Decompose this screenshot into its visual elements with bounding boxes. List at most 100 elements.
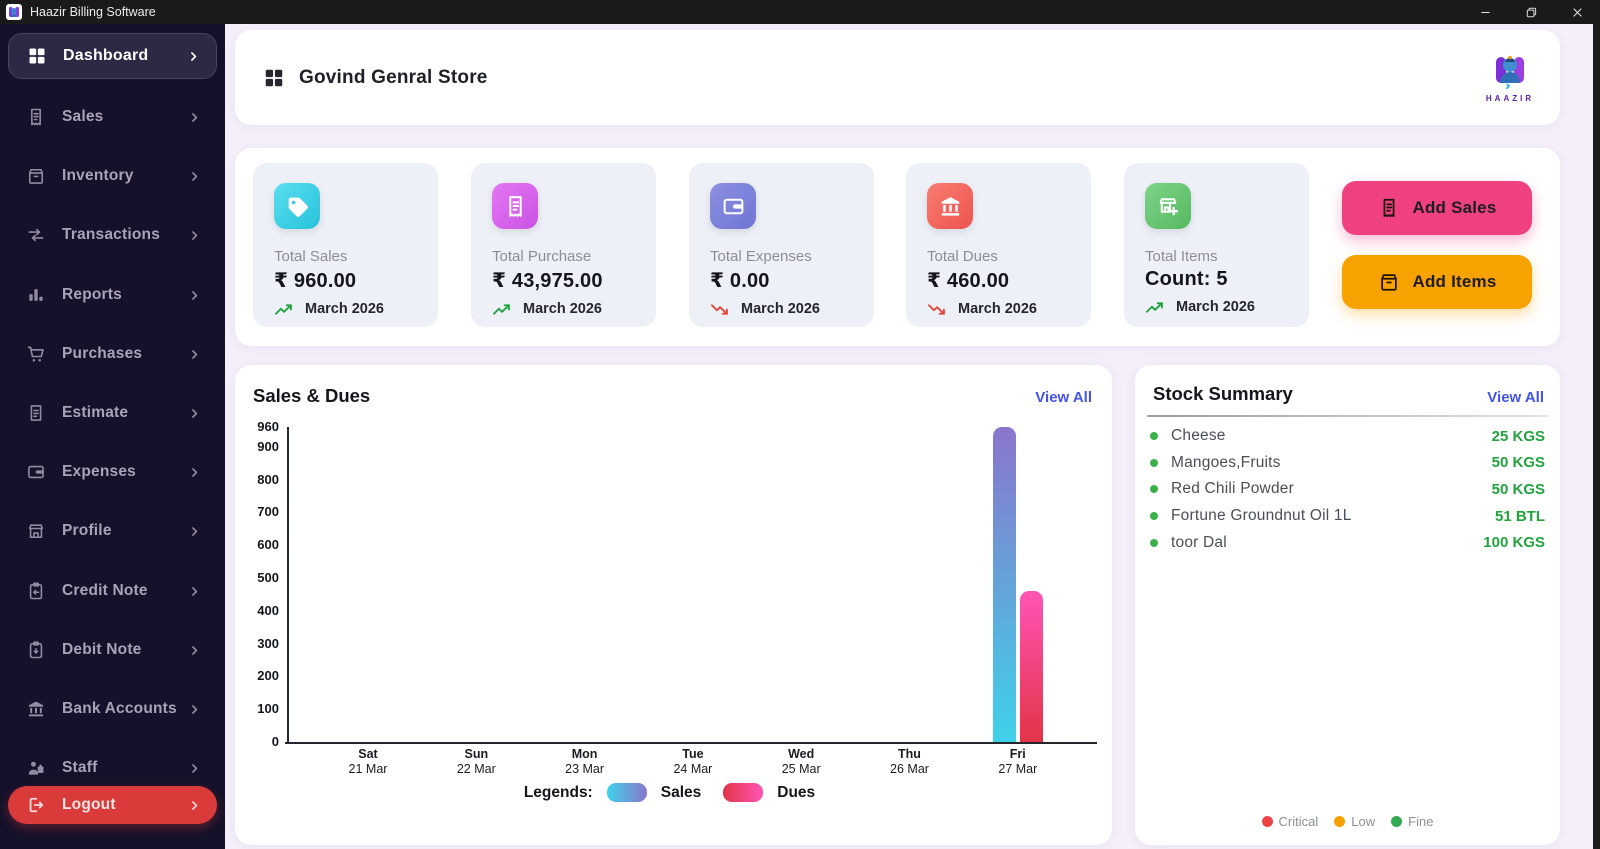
- bank-icon: [927, 183, 973, 229]
- close-button[interactable]: [1554, 0, 1600, 24]
- sidebar-item-label: Staff: [62, 759, 97, 777]
- stock-legend-critical: Critical: [1262, 814, 1319, 829]
- stock-item-qty: 100 KGS: [1483, 534, 1545, 551]
- sidebar-item-label: Sales: [62, 108, 104, 126]
- sidebar-item-staff[interactable]: Staff: [8, 748, 217, 788]
- sidebar-item-label: Transactions: [62, 226, 160, 244]
- haazir-logo: HAAZIR: [1484, 53, 1536, 103]
- stock-row: Fortune Groundnut Oil 1L 51 BTL: [1150, 503, 1545, 530]
- wallet-icon: [26, 462, 46, 482]
- clipboard-arrow-left-icon: [26, 581, 46, 601]
- app-window: Haazir Billing Software DashboardSalesIn…: [0, 0, 1600, 849]
- stock-legend-label: Low: [1351, 814, 1375, 829]
- sidebar-item-label: Expenses: [62, 463, 136, 481]
- close-icon: [1572, 7, 1583, 18]
- sidebar-item-label: Dashboard: [63, 47, 148, 65]
- add-sales-button[interactable]: Add Sales: [1342, 181, 1532, 235]
- minimize-button[interactable]: [1462, 0, 1508, 24]
- sidebar-item-profile[interactable]: Profile: [8, 511, 217, 551]
- chevron-right-icon: [188, 799, 201, 812]
- stock-legend-low: Low: [1334, 814, 1375, 829]
- stat-card-total-purchase: Total Purchase₹ 43,975.00March 2026: [471, 163, 656, 327]
- stock-row: Mangoes,Fruits50 KGS: [1150, 450, 1545, 477]
- low-dot-icon: [1334, 816, 1345, 827]
- chart-legend: Legends: SalesDues: [235, 783, 1112, 802]
- sidebar-item-debit-note[interactable]: Debit Note: [8, 630, 217, 670]
- sidebar-item-purchases[interactable]: Purchases: [8, 334, 217, 374]
- stock-item-name: Fortune Groundnut Oil 1L: [1171, 507, 1352, 525]
- y-tick-label: 300: [237, 636, 279, 651]
- stock-view-all-link[interactable]: View All: [1487, 389, 1544, 406]
- x-tick-label: Fri27 Mar: [973, 747, 1063, 777]
- stock-status-dot: [1150, 432, 1158, 440]
- cart-icon: [26, 344, 46, 364]
- sidebar-item-reports[interactable]: Reports: [8, 275, 217, 315]
- stock-legend-fine: Fine: [1391, 814, 1433, 829]
- logout-button[interactable]: Logout: [8, 786, 217, 824]
- sidebar-item-estimate[interactable]: Estimate: [8, 393, 217, 433]
- stat-card-period: March 2026: [305, 301, 384, 317]
- staff-icon: [26, 758, 46, 778]
- sidebar-item-inventory[interactable]: Inventory: [8, 156, 217, 196]
- legend-swatch-dues: [723, 783, 763, 802]
- restore-button[interactable]: [1508, 0, 1554, 24]
- x-tick-label: Thu26 Mar: [865, 747, 955, 777]
- logout-icon: [26, 795, 46, 815]
- chevron-right-icon: [188, 466, 201, 479]
- trend-down-icon: [927, 302, 947, 317]
- genie-logo-icon: [1484, 53, 1536, 93]
- clipboard-arrow-down-icon: [26, 640, 46, 660]
- stats-panel: Total Sales₹ 960.00March 2026Total Purch…: [235, 148, 1560, 346]
- y-tick-label: 400: [237, 603, 279, 618]
- sidebar: Dashboard Sales Inventory Transactions Repor…: [0, 24, 225, 849]
- stat-card-label: Total Sales: [274, 248, 438, 265]
- stock-item-qty: 50 KGS: [1492, 481, 1545, 498]
- critical-dot-icon: [1262, 816, 1273, 827]
- legend-swatch-sales: [607, 783, 647, 802]
- chevron-right-icon: [188, 170, 201, 183]
- stat-card-value: ₹ 960.00: [274, 268, 438, 293]
- stock-row: Red Chili Powder50 KGS: [1150, 476, 1545, 503]
- stat-card-label: Total Dues: [927, 248, 1091, 265]
- sidebar-item-dashboard[interactable]: Dashboard: [8, 33, 217, 79]
- chart-title: Sales & Dues: [253, 385, 370, 407]
- sidebar-item-sales[interactable]: Sales: [8, 97, 217, 137]
- bar-chart-icon: [26, 285, 46, 305]
- sidebar-item-transactions[interactable]: Transactions: [8, 215, 217, 255]
- sidebar-item-label: Reports: [62, 286, 122, 304]
- x-tick-label: Mon23 Mar: [540, 747, 630, 777]
- chevron-right-icon: [188, 407, 201, 420]
- chart-view-all-link[interactable]: View All: [1035, 389, 1092, 406]
- sidebar-item-expenses[interactable]: Expenses: [8, 452, 217, 492]
- stock-legend-label: Critical: [1279, 814, 1319, 829]
- stock-status-dot: [1150, 459, 1158, 467]
- sidebar-item-credit-note[interactable]: Credit Note: [8, 571, 217, 611]
- chevron-right-icon: [188, 762, 201, 775]
- scrollbar[interactable]: [1593, 24, 1600, 849]
- action-button-label: Add Items: [1413, 272, 1497, 292]
- legend-label-sales: Sales: [661, 784, 702, 802]
- sidebar-item-label: Estimate: [62, 404, 128, 422]
- stock-row: toor Dal100 KGS: [1150, 529, 1545, 556]
- chevron-right-icon: [188, 585, 201, 598]
- add-items-button[interactable]: Add Items: [1342, 255, 1532, 309]
- stock-item-qty: 51 BTL: [1495, 508, 1545, 525]
- stat-card-total-dues: Total Dues₹ 460.00March 2026: [906, 163, 1091, 327]
- stock-status-dot: [1150, 539, 1158, 547]
- chevron-right-icon: [187, 50, 200, 63]
- stat-card-trend: March 2026: [492, 301, 656, 317]
- document-icon: [26, 403, 46, 423]
- y-tick-label: 900: [237, 439, 279, 454]
- store-grid-icon: [263, 67, 285, 89]
- box-icon: [26, 166, 46, 186]
- stat-card-period: March 2026: [523, 301, 602, 317]
- trend-up-icon: [492, 302, 512, 317]
- x-tick-label: Sat21 Mar: [323, 747, 413, 777]
- y-tick-label: 200: [237, 668, 279, 683]
- sidebar-item-label: Debit Note: [62, 641, 142, 659]
- sidebar-item-bank-accounts[interactable]: Bank Accounts: [8, 689, 217, 729]
- store-name: Govind Genral Store: [299, 67, 488, 89]
- stat-card-period: March 2026: [958, 301, 1037, 317]
- y-tick-label: 0: [237, 734, 279, 749]
- trend-up-icon: [1145, 300, 1165, 315]
